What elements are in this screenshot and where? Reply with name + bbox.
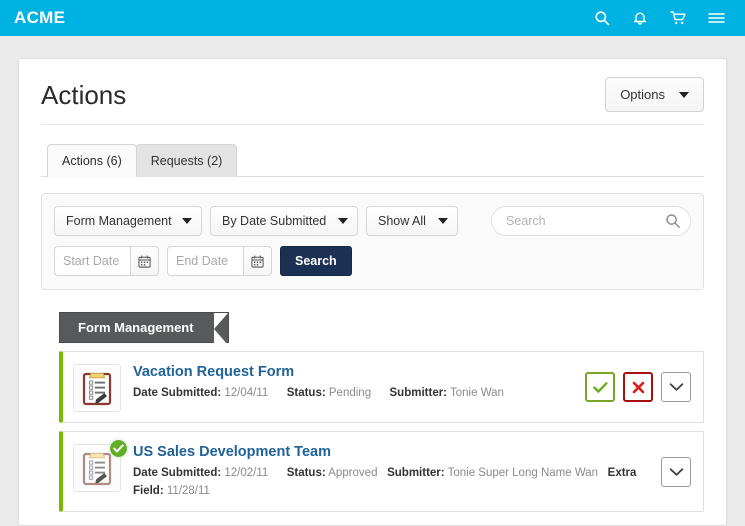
start-date-group xyxy=(54,246,159,276)
shopping-cart-icon[interactable] xyxy=(669,9,687,27)
table-row[interactable]: US Sales Development Team Date Submitted… xyxy=(59,431,704,513)
filter-panel: Form Management By Date Submitted Show A… xyxy=(41,193,704,290)
form-type-select-value: Form Management xyxy=(66,214,172,228)
chevron-down-icon xyxy=(182,218,192,224)
start-date-calendar-icon[interactable] xyxy=(130,246,159,276)
table-row[interactable]: Vacation Request Form Date Submitted: 12… xyxy=(59,351,704,423)
filter-row-dates: Search xyxy=(54,246,691,276)
action-list: Vacation Request Form Date Submitted: 12… xyxy=(41,351,704,513)
end-date-group xyxy=(167,246,272,276)
expand-row-button[interactable] xyxy=(661,372,691,402)
options-button-label: Options xyxy=(620,87,665,102)
tab-requests[interactable]: Requests (2) xyxy=(135,144,238,177)
page-header: Actions Options xyxy=(41,59,704,125)
section-ribbon: Form Management xyxy=(59,312,229,345)
search-icon[interactable] xyxy=(593,9,611,27)
row-title-link[interactable]: Vacation Request Form xyxy=(133,364,575,381)
show-all-select[interactable]: Show All xyxy=(366,206,458,236)
sort-by-select-value: By Date Submitted xyxy=(222,214,327,228)
row-icon-wrap xyxy=(73,439,128,492)
search-icon[interactable] xyxy=(665,213,681,229)
extra-field-value: 11/28/11 xyxy=(166,485,210,498)
section-ribbon-wrap: Form Management xyxy=(41,312,704,345)
end-date-input[interactable] xyxy=(167,246,243,276)
row-title-link[interactable]: US Sales Development Team xyxy=(133,444,651,461)
hamburger-menu-icon[interactable] xyxy=(707,9,725,27)
end-date-calendar-icon[interactable] xyxy=(243,246,272,276)
row-action-buttons xyxy=(661,456,691,487)
search-box xyxy=(491,206,691,236)
status-label: Status: xyxy=(286,467,326,480)
chevron-down-icon xyxy=(338,218,348,224)
approve-button[interactable] xyxy=(585,372,615,402)
expand-row-button[interactable] xyxy=(661,456,691,487)
chevron-down-icon xyxy=(438,218,448,224)
topbar-icon-group xyxy=(593,9,725,27)
submitter-value: Tonie Super Long Name Wan xyxy=(447,467,599,480)
filter-row-top: Form Management By Date Submitted Show A… xyxy=(54,206,691,236)
row-metadata: Date Submitted: 12/02/11 Status: Approve… xyxy=(133,465,651,501)
approved-status-badge-icon xyxy=(109,439,128,458)
date-submitted-value: 12/04/11 xyxy=(224,387,269,400)
chevron-down-icon xyxy=(679,91,689,98)
main-content-card: Actions Options Actions (6) Requests (2)… xyxy=(18,58,727,526)
status-value: Approved xyxy=(328,467,378,480)
form-type-select[interactable]: Form Management xyxy=(54,206,202,236)
row-body: Vacation Request Form Date Submitted: 12… xyxy=(133,362,575,403)
date-submitted-label: Date Submitted: xyxy=(133,467,222,480)
submitter-value: Tonie Wan xyxy=(450,387,504,400)
sort-by-select[interactable]: By Date Submitted xyxy=(210,206,358,236)
page-container: Actions Options Actions (6) Requests (2)… xyxy=(0,36,745,526)
row-metadata: Date Submitted: 12/04/11 Status: Pending… xyxy=(133,385,575,403)
submitter-label: Submitter: xyxy=(387,467,445,480)
submitter-label: Submitter: xyxy=(389,387,448,400)
reject-button[interactable] xyxy=(623,372,653,402)
date-submitted-value: 12/02/11 xyxy=(224,467,269,480)
clipboard-form-icon xyxy=(73,364,121,412)
top-navigation-bar: ACME xyxy=(0,0,745,36)
search-submit-button[interactable]: Search xyxy=(280,246,352,276)
brand-logo[interactable]: ACME xyxy=(14,8,65,28)
options-button[interactable]: Options xyxy=(605,77,704,112)
row-icon-wrap xyxy=(73,364,121,412)
status-value: Pending xyxy=(328,387,372,400)
page-title: Actions xyxy=(41,80,127,110)
tab-actions[interactable]: Actions (6) xyxy=(47,144,137,177)
show-all-select-value: Show All xyxy=(378,214,426,228)
notifications-bell-icon[interactable] xyxy=(631,9,649,27)
search-input[interactable] xyxy=(491,206,691,236)
date-submitted-label: Date Submitted: xyxy=(133,387,222,400)
tab-bar: Actions (6) Requests (2) xyxy=(41,143,704,177)
row-body: US Sales Development Team Date Submitted… xyxy=(133,442,651,501)
row-action-buttons xyxy=(585,372,691,402)
status-label: Status: xyxy=(286,387,326,400)
start-date-input[interactable] xyxy=(54,246,130,276)
